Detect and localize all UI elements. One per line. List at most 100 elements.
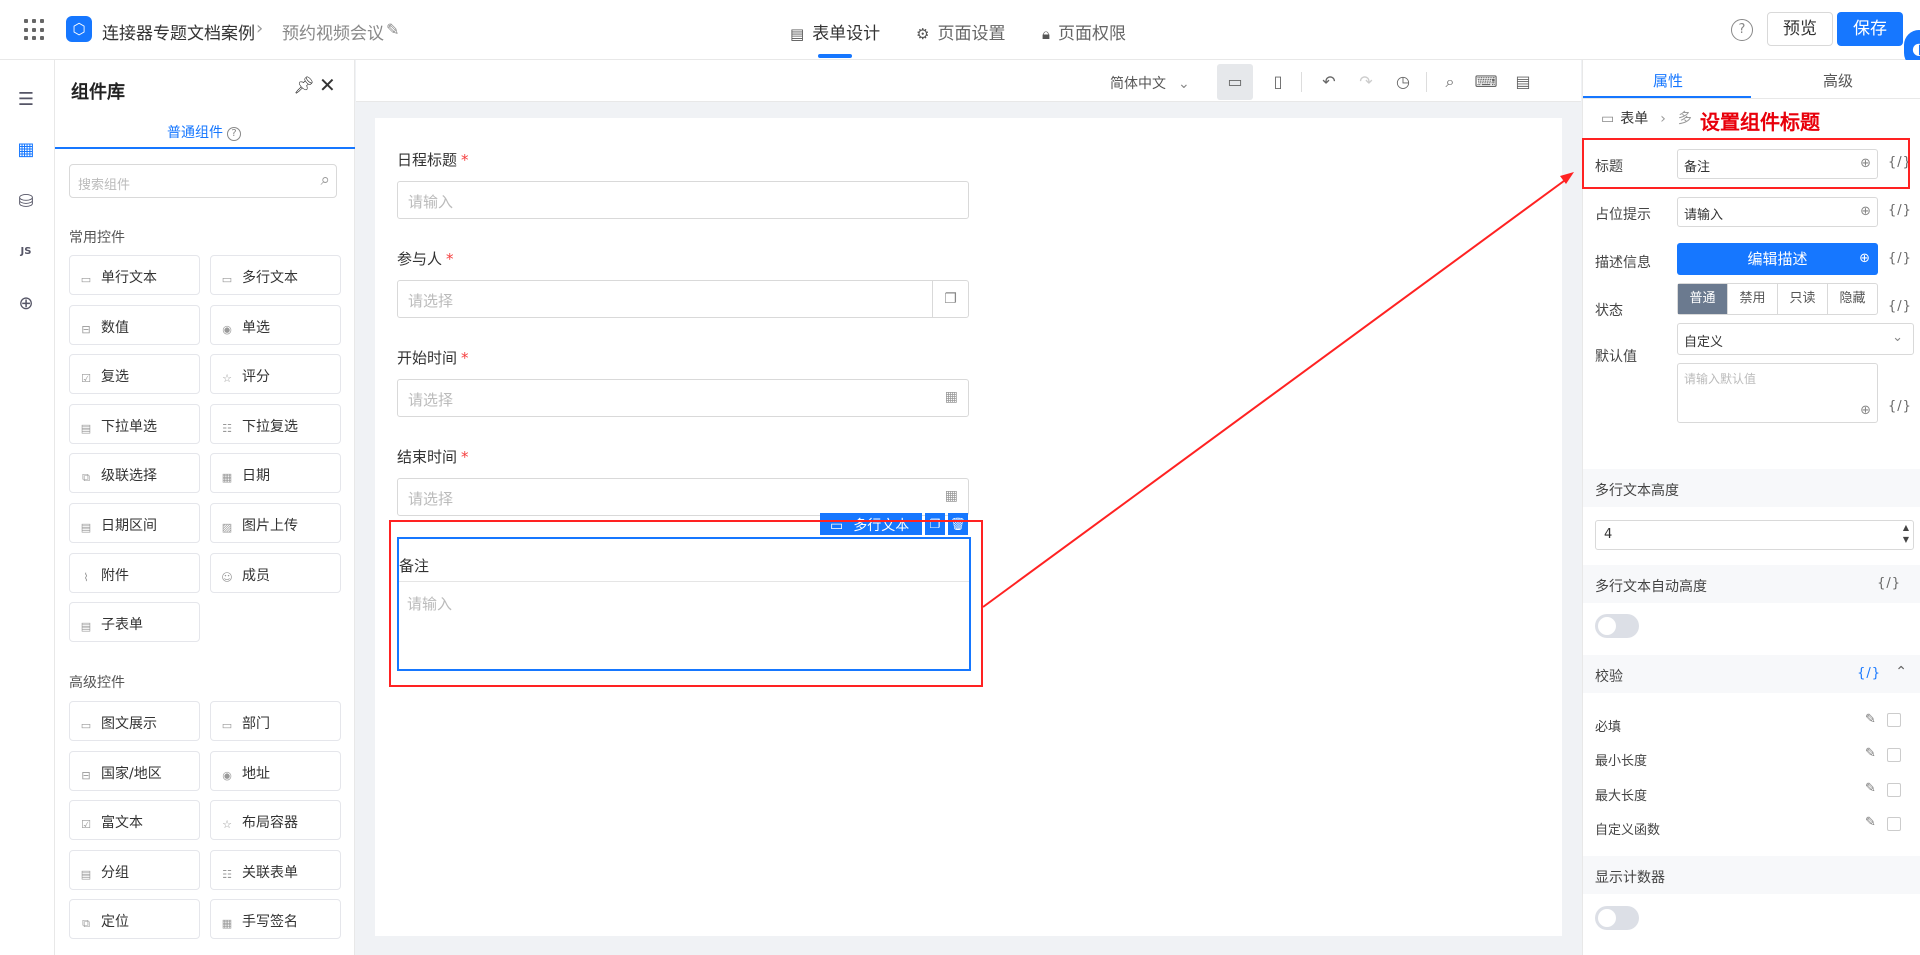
component-item[interactable]: ⊟ 数值 <box>69 304 200 345</box>
keyboard-icon[interactable]: ⌨ <box>1474 70 1498 94</box>
globe-icon[interactable]: ⊕ <box>1860 204 1871 219</box>
database-icon[interactable]: ⛁ <box>14 190 38 214</box>
stepper-icon[interactable]: ▲ ▼ <box>1903 522 1909 546</box>
fx-icon[interactable]: {/} <box>1877 576 1901 591</box>
component-item[interactable]: ☑ 复选 <box>69 354 200 395</box>
fx-icon[interactable]: {/} <box>1857 666 1881 681</box>
field-input-participants[interactable]: 请选择 ❐ <box>397 280 969 318</box>
edit-icon[interactable]: ✎ <box>1865 815 1876 830</box>
tab-advanced[interactable]: 高级 <box>1823 70 1853 91</box>
component-item[interactable]: ☺ 成员 <box>210 552 341 593</box>
mobile-icon[interactable]: ▯ <box>1266 70 1290 94</box>
help-icon[interactable]: ? <box>1731 19 1753 41</box>
field-input-start-time[interactable]: 请选择 ▦ <box>397 379 969 417</box>
globe-icon[interactable]: ⊕ <box>14 292 38 316</box>
fx-icon[interactable]: {/} <box>1888 155 1912 170</box>
edit-icon[interactable]: ✎ <box>1865 712 1876 727</box>
fx-icon[interactable]: {/} <box>1888 251 1912 266</box>
component-search-input[interactable]: 搜索组件 ⌕ <box>69 164 337 198</box>
form-settings-icon[interactable]: ▤ <box>1511 70 1535 94</box>
state-disabled[interactable]: 禁用 <box>1728 284 1778 314</box>
state-normal[interactable]: 普通 <box>1678 284 1728 314</box>
component-item[interactable]: ▤ 分组 <box>69 849 200 890</box>
save-button[interactable]: 保存 <box>1837 12 1903 46</box>
chevron-up-icon[interactable]: ⌃ <box>1895 664 1907 680</box>
fx-icon[interactable]: {/} <box>1888 399 1912 414</box>
component-item[interactable]: ▭ 图文展示 <box>69 701 200 741</box>
component-item[interactable]: ◉ 单选 <box>210 304 341 345</box>
fx-icon[interactable]: {/} <box>1888 203 1912 218</box>
component-item[interactable]: ▤ 日期区间 <box>69 503 200 543</box>
autoheight-toggle[interactable] <box>1595 614 1639 638</box>
fx-icon[interactable]: {/} <box>1888 299 1912 314</box>
search-icon[interactable]: ⌕ <box>1438 70 1462 94</box>
edit-description-button[interactable]: 编辑描述 ⊕ <box>1677 243 1878 275</box>
language-select[interactable]: 简体中文 ⌄ <box>1110 73 1190 93</box>
component-type-tag[interactable]: ▭ 多行文本 <box>820 513 922 535</box>
component-item[interactable]: ▤ 子表单 <box>69 602 200 643</box>
component-item[interactable]: ▭ 单行文本 <box>69 255 200 295</box>
component-item[interactable]: ⧉ 定位 <box>69 899 200 940</box>
edit-icon[interactable]: ✎ <box>1865 746 1876 761</box>
crumb-root[interactable]: 表单 <box>1620 111 1648 127</box>
selected-field-remarks[interactable]: 备注 请输入 <box>397 537 971 671</box>
redo-icon[interactable]: ↷ <box>1354 70 1378 94</box>
member-picker-icon[interactable]: ❐ <box>932 281 968 317</box>
component-item[interactable]: ▦ 手写签名 <box>210 899 341 940</box>
desktop-icon[interactable]: ▭ <box>1217 64 1253 100</box>
min-length-checkbox[interactable] <box>1887 748 1901 762</box>
max-length-checkbox[interactable] <box>1887 783 1901 797</box>
component-item[interactable]: ☆ 评分 <box>210 354 341 395</box>
breadcrumb-page[interactable]: 预约视频会议 <box>282 19 384 44</box>
crumb-child[interactable]: 多 <box>1678 111 1692 127</box>
component-item[interactable]: ☑ 富文本 <box>69 800 200 841</box>
component-item[interactable]: ▭ 部门 <box>210 701 341 741</box>
js-icon[interactable]: JS <box>14 240 38 264</box>
globe-icon[interactable]: ⊕ <box>1860 156 1871 171</box>
component-item[interactable]: ☷ 关联表单 <box>210 849 341 890</box>
preview-button[interactable]: 预览 <box>1767 12 1833 46</box>
app-grid-icon[interactable] <box>24 19 46 41</box>
component-item[interactable]: ▤ 下拉单选 <box>69 403 200 444</box>
components-icon[interactable]: ▦ <box>14 138 38 162</box>
height-number-input[interactable]: 4 ▲ ▼ <box>1595 520 1914 550</box>
component-item[interactable]: ▭ 多行文本 <box>210 255 341 295</box>
component-item[interactable]: ◉ 地址 <box>210 750 341 791</box>
placeholder-input[interactable]: 请输入 ⊕ <box>1677 197 1878 227</box>
component-item[interactable]: ⧉ 级联选择 <box>69 453 200 494</box>
breadcrumb-app[interactable]: 连接器专题文档案例 <box>102 19 255 44</box>
default-value-textarea[interactable]: 请输入默认值 ⊕ <box>1677 363 1878 423</box>
custom-function-checkbox[interactable] <box>1887 817 1901 831</box>
question-icon[interactable]: ? <box>227 127 241 141</box>
history-icon[interactable]: ◷ <box>1391 70 1415 94</box>
outline-icon[interactable]: ☰ <box>14 88 38 112</box>
pin-icon[interactable]: 📌︎ <box>293 76 315 96</box>
default-mode-select[interactable]: 自定义 ⌄ <box>1677 323 1914 355</box>
undo-icon[interactable]: ↶ <box>1317 70 1341 94</box>
globe-icon[interactable]: ⊕ <box>1860 403 1871 418</box>
state-hidden[interactable]: 隐藏 <box>1828 284 1877 314</box>
counter-toggle[interactable] <box>1595 906 1639 930</box>
trash-icon[interactable]: 🗑︎ <box>948 513 968 535</box>
edit-icon[interactable]: ✎ <box>1865 781 1876 796</box>
component-item[interactable]: ☆ 布局容器 <box>210 800 341 841</box>
component-item[interactable]: ⌇ 附件 <box>69 552 200 593</box>
tab-properties[interactable]: 属性 <box>1653 70 1683 91</box>
tab-page-permissions[interactable]: 🔒︎ 页面权限 <box>1042 19 1126 60</box>
component-item[interactable]: ⊟ 国家/地区 <box>69 750 200 791</box>
search-icon[interactable]: ⌕ <box>320 170 330 190</box>
state-readonly[interactable]: 只读 <box>1778 284 1828 314</box>
field-input-title[interactable]: 请输入 <box>397 181 969 219</box>
edit-icon[interactable]: ✎ <box>386 20 399 39</box>
required-checkbox[interactable] <box>1887 713 1901 727</box>
component-item[interactable]: ☷ 下拉复选 <box>210 403 341 444</box>
component-item[interactable]: ▦ 日期 <box>210 453 341 494</box>
globe-icon[interactable]: ⊕ <box>1859 243 1870 275</box>
tab-common-components[interactable]: 普通组件? <box>167 122 241 142</box>
component-item[interactable]: ▨ 图片上传 <box>210 503 341 543</box>
field-input-end-time[interactable]: 请选择 ▦ <box>397 478 969 516</box>
close-icon[interactable]: ✕ <box>319 73 336 97</box>
copy-icon[interactable]: ❐ <box>925 513 945 535</box>
title-input[interactable]: 备注 ⊕ <box>1677 149 1878 179</box>
tab-page-settings[interactable]: ⚙ 页面设置 <box>916 19 1005 60</box>
